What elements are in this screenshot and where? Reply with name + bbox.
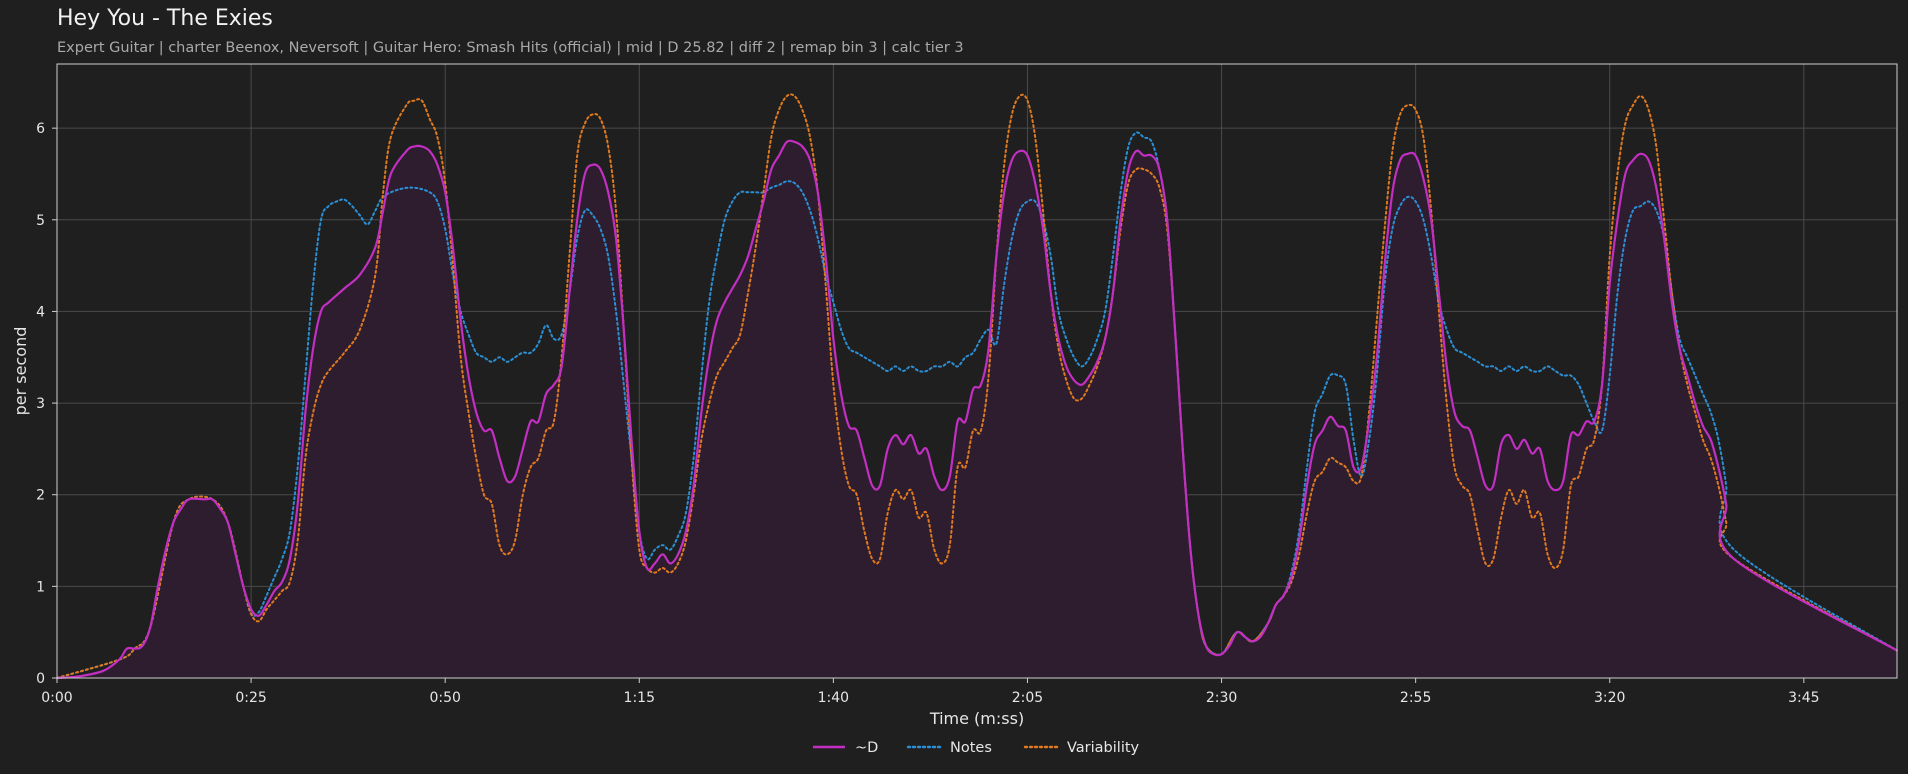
legend-label: Notes [950,740,992,756]
x-tick-label: 0:00 [41,690,72,706]
y-tick-label: 4 [36,304,45,320]
y-tick-label: 6 [36,121,45,137]
x-tick-label: 2:55 [1400,690,1431,706]
legend: ~D Notes Variability [813,740,1140,756]
x-tick-label: 0:25 [235,690,266,706]
y-axis-label: per second [11,327,30,416]
chart-canvas: 0:00 0:25 0:50 1:15 1:40 2:05 2:30 2:55 3:20 3:45… [11,63,1898,756]
y-tick-label: 5 [36,213,45,229]
y-tick-label: 2 [36,488,45,504]
x-tick-label: 2:30 [1206,690,1237,706]
legend-label: ~D [855,740,878,756]
x-axis-label: Time (m:ss) [929,709,1024,728]
x-tick-label: 2:05 [1012,690,1043,706]
legend-label: Variability [1067,740,1140,756]
x-tick-label: 0:50 [429,690,460,706]
x-tick-label: 1:40 [818,690,849,706]
x-tick-label: 3:20 [1594,690,1625,706]
y-tick-label: 0 [36,671,45,687]
y-tick-label: 1 [36,579,45,595]
x-tick-label: 3:45 [1788,690,1819,706]
x-tick-label: 1:15 [624,690,655,706]
y-tick-label: 3 [36,396,45,412]
